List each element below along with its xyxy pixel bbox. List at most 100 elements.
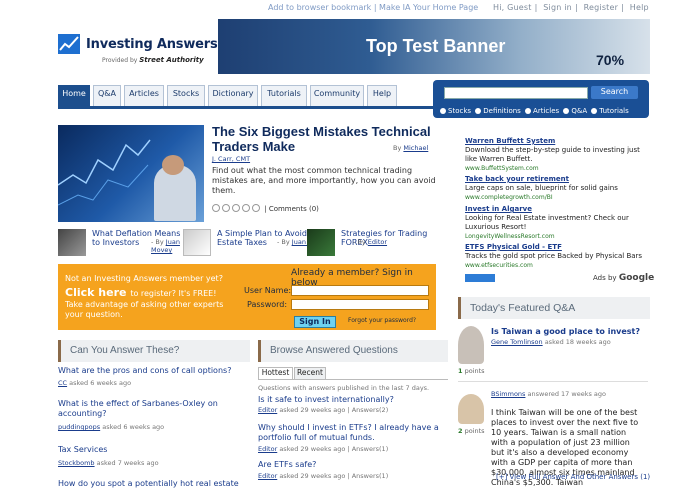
- search-option-definitions[interactable]: Definitions: [475, 107, 521, 115]
- tab-qa[interactable]: Q&A: [93, 85, 121, 107]
- member-prompt: Not an Investing Answers member yet?: [65, 274, 223, 283]
- logo-brand: Investing Answers: [86, 37, 218, 52]
- search-button[interactable]: Search: [591, 86, 638, 99]
- ad-item[interactable]: Take back your retirement Large caps on s…: [465, 175, 650, 202]
- greeting-text: Hi, Guest: [493, 3, 532, 12]
- question-meta: CC asked 6 weeks ago: [58, 379, 132, 387]
- rating-star-icon[interactable]: [212, 204, 220, 212]
- password-label: Password:: [247, 300, 288, 309]
- member-benefit: Take advantage of asking other experts y…: [65, 300, 224, 319]
- trader-head: [162, 155, 184, 175]
- answered-question-link[interactable]: Is it safe to invest internationally?: [258, 395, 448, 405]
- site-logo[interactable]: Investing Answers Provided by Street Aut…: [58, 34, 218, 70]
- register-link[interactable]: Register: [584, 3, 619, 12]
- feature-rating: | Comments (0): [212, 204, 319, 213]
- avatar[interactable]: [458, 394, 484, 424]
- banner-percent: 70%: [596, 52, 625, 68]
- feature-byline: By Michael: [393, 144, 429, 152]
- tab-divider: [258, 379, 448, 380]
- user-links: Hi, Guest | Sign in | Register | Help: [493, 3, 649, 12]
- question-link[interactable]: What are the pros and cons of call optio…: [58, 366, 248, 376]
- username-label: User Name:: [244, 286, 292, 295]
- featured-answerer-meta: BSimmons answered 17 weeks ago: [491, 390, 606, 398]
- tab-hottest[interactable]: Hottest: [258, 367, 293, 379]
- search-option-tutorials[interactable]: Tutorials: [591, 107, 629, 115]
- article-thumbnail: [307, 229, 335, 256]
- username-input[interactable]: [291, 285, 429, 296]
- ads-by-google[interactable]: Ads by Google: [593, 273, 654, 283]
- bookmark-link[interactable]: Add to browser bookmark | Make IA Your H…: [268, 3, 478, 12]
- tab-home[interactable]: Home: [58, 85, 90, 107]
- top-utility-bar: Add to browser bookmark | Make IA Your H…: [58, 2, 700, 16]
- question-meta: Stockbomb asked 7 weeks ago: [58, 459, 159, 467]
- answerer-points: 2 points: [458, 427, 485, 435]
- feature-byline-2: J. Carr, CMT: [212, 155, 250, 163]
- password-input[interactable]: [291, 299, 429, 310]
- rating-star-icon[interactable]: [222, 204, 230, 212]
- search-option-articles[interactable]: Articles: [525, 107, 559, 115]
- answered-question-link[interactable]: Why should I invest in ETFs? I already h…: [258, 423, 446, 443]
- browse-subtitle: Questions with answers published in the …: [258, 384, 430, 392]
- register-click-link[interactable]: Click here: [65, 286, 126, 299]
- logo-provided: Provided by Street Authority: [102, 56, 204, 64]
- register-prompt: Click here to register? It's FREE!: [65, 286, 217, 299]
- rating-star-icon[interactable]: [232, 204, 240, 212]
- tab-articles[interactable]: Articles: [124, 85, 164, 107]
- avatar[interactable]: [458, 326, 484, 364]
- signin-link[interactable]: Sign in: [543, 3, 572, 12]
- main-nav: Home Q&A Articles Stocks Dictionary Tuto…: [58, 85, 430, 107]
- tab-community[interactable]: Community: [310, 85, 364, 107]
- question-link[interactable]: How do you spot a potentially hot real e…: [58, 479, 248, 489]
- feature-author-link[interactable]: Michael: [403, 144, 428, 152]
- mini-article[interactable]: Strategies for Trading FOREX - By Editor: [307, 229, 437, 257]
- ad-item[interactable]: ETFS Physical Gold - ETF Tracks the gold …: [465, 243, 650, 270]
- question-meta: puddingpops asked 6 weeks ago: [58, 423, 165, 431]
- search-options: Stocks Definitions Articles Q&A Tutorial…: [440, 107, 631, 115]
- logo-chart-icon: [58, 34, 80, 54]
- tab-help[interactable]: Help: [367, 85, 397, 107]
- banner-title: Top Test Banner: [366, 36, 506, 56]
- can-answer-heading: Can You Answer These?: [58, 340, 250, 362]
- search-panel: Search Stocks Definitions Articles Q&A T…: [433, 80, 649, 118]
- question-link[interactable]: What is the effect of Sarbanes-Oxley on …: [58, 399, 218, 419]
- adchoices-icon[interactable]: [465, 274, 495, 282]
- feature-author-link-2[interactable]: J. Carr, CMT: [212, 155, 250, 163]
- tab-stocks[interactable]: Stocks: [167, 85, 205, 107]
- search-option-stocks[interactable]: Stocks: [440, 107, 471, 115]
- search-option-qa[interactable]: Q&A: [563, 107, 587, 115]
- forgot-password-link[interactable]: Forgot your password?: [348, 317, 416, 324]
- article-thumbnail: [183, 229, 211, 256]
- rating-star-icon[interactable]: [252, 204, 260, 212]
- feature-image[interactable]: [58, 125, 204, 222]
- mini-article-byline: - By Juan Movey: [151, 238, 180, 254]
- page: Add to browser bookmark | Make IA Your H…: [0, 0, 700, 490]
- help-link[interactable]: Help: [630, 3, 649, 12]
- browse-heading: Browse Answered Questions: [258, 340, 448, 362]
- rating-star-icon[interactable]: [242, 204, 250, 212]
- comments-link[interactable]: | Comments (0): [264, 205, 319, 213]
- tab-tutorials[interactable]: Tutorials: [261, 85, 307, 107]
- featured-heading: Today's Featured Q&A: [458, 297, 650, 319]
- mini-article[interactable]: A Simple Plan to Avoid Estate Taxes - By…: [183, 229, 329, 257]
- signin-button[interactable]: Sign In: [294, 316, 336, 328]
- top-banner[interactable]: Top Test Banner 70%: [218, 19, 650, 74]
- tab-recent[interactable]: Recent: [294, 367, 326, 379]
- tab-dictionary[interactable]: Dictionary: [208, 85, 258, 107]
- ad-item[interactable]: Warren Buffett System Download the step-b…: [465, 137, 650, 173]
- answered-question-link[interactable]: Are ETFs safe?: [258, 460, 448, 470]
- member-login-box: Not an Investing Answers member yet? Cli…: [58, 264, 436, 330]
- mini-article-byline: - By Editor: [353, 238, 388, 246]
- asker-points: 1 points: [458, 367, 485, 375]
- featured-asker-meta: Gene Tomlinson asked 18 weeks ago: [491, 338, 611, 346]
- featured-question-link[interactable]: Is Taiwan a good place to invest?: [491, 327, 651, 337]
- featured-divider: [458, 381, 648, 382]
- nav-underline: [58, 106, 433, 109]
- answered-question-meta: Editor asked 29 weeks ago | Answers(1): [258, 472, 389, 480]
- answered-question-meta: Editor asked 29 weeks ago | Answers(2): [258, 406, 389, 414]
- search-input[interactable]: [444, 87, 588, 99]
- mini-article[interactable]: What Deflation Means to Investors - By J…: [58, 229, 183, 257]
- view-full-answer-link[interactable]: [+] View Full Answer And Other Answers (…: [496, 473, 650, 481]
- question-link[interactable]: Tax Services: [58, 445, 248, 455]
- article-thumbnail: [58, 229, 86, 256]
- ad-item[interactable]: Invest in Algarve Looking for Real Estate…: [465, 205, 650, 241]
